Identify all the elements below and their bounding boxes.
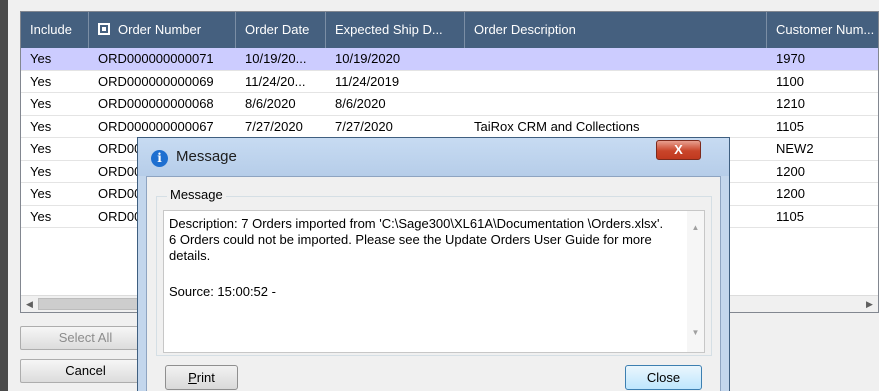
cell-include[interactable]: Yes [21, 138, 89, 160]
close-icon[interactable]: X [656, 140, 701, 160]
info-icon: i [151, 150, 168, 167]
cell-order-number[interactable]: ORD000000000069 [89, 71, 236, 93]
message-source: Source: 15:00:52 - [169, 284, 276, 299]
dialog-title: Message [176, 148, 237, 165]
cell-customer[interactable]: 1210 [767, 93, 878, 115]
cell-include[interactable]: Yes [21, 48, 89, 70]
grid-header: Include Order Number Order Date Expected… [21, 12, 878, 48]
cell-customer[interactable]: 1970 [767, 48, 878, 70]
cell-ship-date[interactable]: 11/24/2019 [326, 71, 465, 93]
table-row[interactable]: Yes ORD000000000069 11/24/20... 11/24/2019 1… [21, 71, 878, 93]
column-header-customer-number[interactable]: Customer Num... [767, 12, 878, 48]
cell-include[interactable]: Yes [21, 71, 89, 93]
cell-customer[interactable]: 1105 [767, 206, 878, 228]
cell-include[interactable]: Yes [21, 93, 89, 115]
vertical-scrollbar[interactable]: ▲ ▼ [687, 211, 704, 352]
table-row[interactable]: Yes ORD000000000067 7/27/2020 7/27/2020 TaiR… [21, 116, 878, 138]
cell-include[interactable]: Yes [21, 183, 89, 205]
column-header-label: Order Date [245, 22, 310, 37]
table-row[interactable]: Yes ORD000000000068 8/6/2020 8/6/2020 1210 [21, 93, 878, 116]
cell-ship-date[interactable]: 7/27/2020 [326, 116, 465, 138]
print-button[interactable]: Print [165, 365, 238, 390]
cell-description[interactable]: TaiRox CRM and Collections [465, 116, 767, 138]
cell-description[interactable] [465, 71, 767, 93]
column-header-label: Include [30, 22, 72, 37]
cell-order-number[interactable]: ORD000000000068 [89, 93, 236, 115]
message-dialog: i Message X Message Description: 7 Order… [137, 137, 730, 391]
cell-order-date[interactable]: 10/19/20... [236, 48, 326, 70]
dialog-titlebar[interactable]: i Message X [138, 138, 729, 176]
column-header-expected-ship-date[interactable]: Expected Ship D... [326, 12, 465, 48]
cell-include[interactable]: Yes [21, 161, 89, 183]
cancel-button[interactable]: Cancel [20, 359, 151, 383]
window-top-strip [8, 0, 879, 10]
cell-order-number[interactable]: ORD000000000071 [89, 48, 236, 70]
print-mnemonic: P [188, 370, 197, 385]
cell-customer[interactable]: NEW2 [767, 138, 878, 160]
cell-ship-date[interactable]: 8/6/2020 [326, 93, 465, 115]
scroll-left-icon[interactable]: ◀ [21, 296, 38, 312]
column-header-label: Order Description [474, 22, 576, 37]
cell-customer[interactable]: 1100 [767, 71, 878, 93]
cell-order-date[interactable]: 8/6/2020 [236, 93, 326, 115]
dialog-client-area: Message Description: 7 Orders imported f… [146, 176, 721, 391]
cell-customer[interactable]: 1105 [767, 116, 878, 138]
cell-order-number[interactable]: ORD000000000067 [89, 116, 236, 138]
scroll-down-icon[interactable]: ▼ [687, 328, 704, 337]
column-header-include[interactable]: Include [21, 12, 89, 48]
cell-description[interactable] [465, 48, 767, 70]
window-left-edge [0, 0, 8, 391]
scroll-right-icon[interactable]: ▶ [861, 296, 878, 312]
cell-customer[interactable]: 1200 [767, 183, 878, 205]
close-button[interactable]: Close [625, 365, 702, 390]
scroll-up-icon[interactable]: ▲ [687, 223, 704, 232]
table-row[interactable]: Yes ORD000000000071 10/19/20... 10/19/2020 1… [21, 48, 878, 71]
group-label: Message [167, 187, 226, 202]
cell-order-date[interactable]: 11/24/20... [236, 71, 326, 93]
cell-customer[interactable]: 1200 [767, 161, 878, 183]
cell-include[interactable]: Yes [21, 206, 89, 228]
message-description: Description: 7 Orders imported from 'C:\… [169, 216, 664, 263]
column-header-order-description[interactable]: Order Description [465, 12, 767, 48]
column-header-label: Customer Num... [776, 22, 875, 37]
column-header-label: Order Number [118, 22, 202, 37]
print-label: rint [196, 370, 215, 385]
cell-ship-date[interactable]: 10/19/2020 [326, 48, 465, 70]
cell-order-date[interactable]: 7/27/2020 [236, 116, 326, 138]
finder-icon [98, 23, 110, 35]
select-all-button[interactable]: Select All [20, 326, 151, 350]
column-header-order-number[interactable]: Order Number [89, 12, 236, 48]
cell-include[interactable]: Yes [21, 116, 89, 138]
cell-description[interactable] [465, 93, 767, 115]
column-header-order-date[interactable]: Order Date [236, 12, 326, 48]
message-textbox[interactable]: Description: 7 Orders imported from 'C:\… [163, 210, 705, 353]
column-header-label: Expected Ship D... [335, 22, 443, 37]
